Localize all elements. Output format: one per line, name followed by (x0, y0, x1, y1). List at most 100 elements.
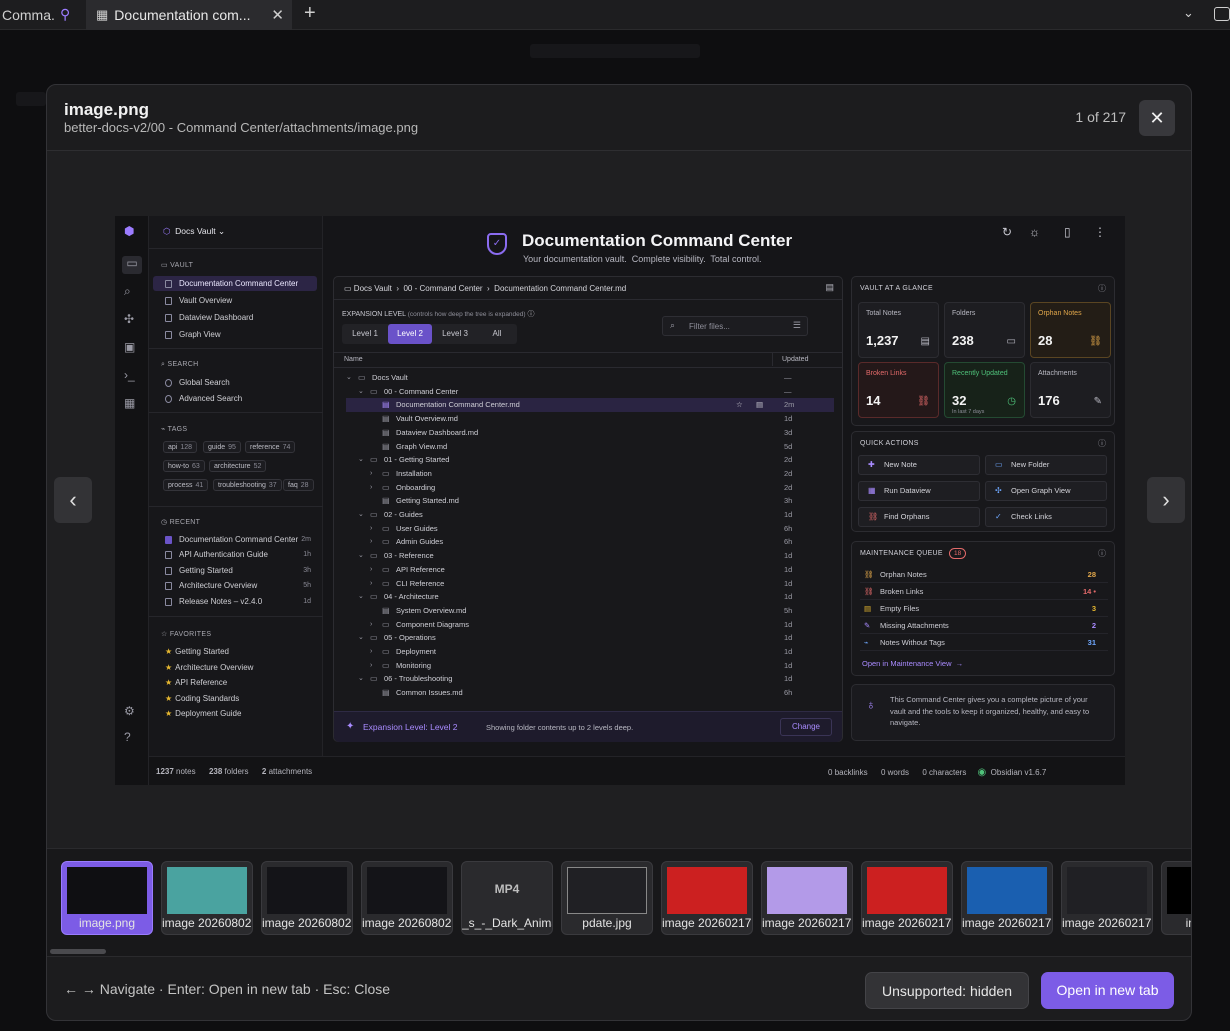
sidebar-item[interactable]: Graph View (153, 327, 317, 342)
next-image-button[interactable]: › (1147, 477, 1185, 523)
filter-input[interactable]: ⌕ Filter files... ☰ (662, 316, 808, 336)
chevron-right-icon[interactable]: › (370, 618, 372, 632)
refresh-icon[interactable]: ↻ (1002, 225, 1012, 239)
chevron-right-icon[interactable]: › (370, 659, 372, 673)
breadcrumb-item[interactable]: 00 - Command Center (403, 284, 482, 293)
recent-item[interactable]: Release Notes – v2.4.0 1d (153, 594, 317, 609)
sidebar-item[interactable]: Dataview Dashboard (153, 310, 317, 325)
chevron-down-icon[interactable]: ⌄ (358, 385, 364, 399)
tag-pill[interactable]: guide 95 (203, 441, 241, 453)
vault-switcher[interactable]: ⬡ Docs Vault ⌄ (163, 226, 225, 237)
tag-pill[interactable]: architecture 52 (209, 460, 267, 472)
recent-item[interactable]: Architecture Overview 5h (153, 578, 317, 593)
stat-card[interactable]: Total Notes 1,237 ▤ (858, 302, 939, 358)
stat-card[interactable]: Attachments 176 ✎ (1030, 362, 1111, 418)
stat-card[interactable]: Orphan Notes 28 ⛓ (1030, 302, 1111, 358)
info-icon[interactable]: ⓘ (1098, 548, 1106, 559)
book-icon[interactable]: ▯ (1064, 225, 1071, 239)
help-icon[interactable]: ? (124, 730, 131, 744)
new-tab-icon[interactable]: + (304, 2, 316, 25)
thumbnail[interactable]: image 20260802170 (261, 861, 353, 935)
thumbnail[interactable]: image 202602171320 (761, 861, 853, 935)
maintenance-item[interactable]: ▤ Empty Files 3 (860, 601, 1108, 617)
close-tab-icon[interactable]: ✕ (271, 6, 284, 24)
quick-action-button[interactable]: ✓ Check Links (985, 507, 1107, 527)
breadcrumb-item[interactable]: Documentation Command Center.md (494, 284, 626, 293)
sidebar-toggle-icon[interactable] (1214, 7, 1230, 21)
chevron-right-icon[interactable]: › (370, 522, 372, 536)
star-icon[interactable]: ☆ (736, 398, 743, 412)
tree-row[interactable]: › ▭ Deployment 1d (334, 645, 842, 659)
favorite-item[interactable]: ★ Getting Started (153, 644, 317, 659)
maintenance-item[interactable]: ⛓ Broken Links 14 • (860, 584, 1108, 600)
tree-row[interactable]: ▤ Dataview Dashboard.md 3d (334, 426, 842, 440)
breadcrumb-item[interactable]: Docs Vault (354, 284, 392, 293)
tree-row[interactable]: › ▭ Installation 2d (334, 467, 842, 481)
tag-pill[interactable]: troubleshooting 37 (213, 479, 282, 491)
tag-pill[interactable]: faq 28 (283, 479, 314, 491)
tree-row[interactable]: ⌄ ▭ 06 - Troubleshooting 1d (334, 672, 842, 686)
chevron-right-icon[interactable]: › (370, 563, 372, 577)
tree-row[interactable]: › ▭ CLI Reference 1d (334, 577, 842, 591)
note-icon[interactable]: ▤ (756, 398, 763, 412)
level-3-button[interactable]: Level 3 (432, 324, 478, 344)
quick-action-button[interactable]: ▭ New Folder (985, 455, 1107, 475)
tab-command[interactable]: Comma... (0, 0, 56, 30)
prev-image-button[interactable]: ‹ (54, 477, 92, 523)
maintenance-item[interactable]: ⛓ Orphan Notes 28 (860, 567, 1108, 583)
chevron-down-icon[interactable]: ⌄ (358, 508, 364, 522)
unsupported-hidden-button[interactable]: Unsupported: hidden (865, 972, 1029, 1009)
thumbnail[interactable]: image 202602171320 (661, 861, 753, 935)
tree-row[interactable]: ▤ Common Issues.md 6h (334, 686, 842, 700)
more-icon[interactable]: ⋮ (1094, 225, 1106, 239)
chevron-down-icon[interactable]: ⌄ (346, 371, 352, 385)
maintenance-view-link[interactable]: Open in Maintenance View → (862, 659, 963, 668)
tree-row[interactable]: › ▭ Monitoring 1d (334, 659, 842, 673)
search-icon[interactable]: ⌕ (124, 284, 131, 299)
theme-icon[interactable]: ☼ (1029, 225, 1040, 239)
recent-item[interactable]: Documentation Command Center 2m (153, 532, 317, 547)
chevron-right-icon[interactable]: › (370, 577, 372, 591)
thumbnail[interactable]: image 20260802170 (161, 861, 253, 935)
thumbnail[interactable]: image 20260802170 (361, 861, 453, 935)
terminal-icon[interactable]: ›_ (124, 368, 135, 382)
favorite-item[interactable]: ★ Architecture Overview (153, 660, 317, 675)
calendar-icon[interactable]: ▣ (124, 340, 135, 354)
thumbnail[interactable]: pdate.jpg (561, 861, 653, 935)
stat-card[interactable]: Folders 238 ▭ (944, 302, 1025, 358)
favorite-item[interactable]: ★ API Reference (153, 675, 317, 690)
tab-documentation[interactable]: ▦ Documentation com... ✕ (86, 0, 292, 30)
maintenance-item[interactable]: ⌁ Notes Without Tags 31 (860, 635, 1108, 651)
tree-row[interactable]: ⌄ ▭ 02 - Guides 1d (334, 508, 842, 522)
files-icon[interactable]: ▭ (122, 256, 142, 274)
tree-row[interactable]: ▤ System Overview.md 5h (334, 604, 842, 618)
tag-pill[interactable]: how-to 63 (163, 460, 205, 472)
tree-row[interactable]: › ▭ Admin Guides 6h (334, 535, 842, 549)
quick-action-button[interactable]: ✣ Open Graph View (985, 481, 1107, 501)
sidebar-item[interactable]: Vault Overview (153, 293, 317, 308)
all-levels-button[interactable]: All (478, 324, 516, 344)
chevron-down-icon[interactable]: ⌄ (358, 631, 364, 645)
tag-pill[interactable]: process 41 (163, 479, 209, 491)
settings-icon[interactable]: ⚙ (124, 704, 135, 718)
tree-row[interactable]: › ▭ User Guides 6h (334, 522, 842, 536)
file-icon[interactable]: ▤ (825, 282, 834, 293)
tree-row[interactable]: ⌄ ▭ 00 - Command Center — (334, 385, 842, 399)
thumbnail[interactable]: image 202602171420 (961, 861, 1053, 935)
recent-item[interactable]: API Authentication Guide 1h (153, 547, 317, 562)
tree-row[interactable]: › ▭ API Reference 1d (334, 563, 842, 577)
change-button[interactable]: Change (780, 718, 832, 736)
quick-action-button[interactable]: ⛓ Find Orphans (858, 507, 980, 527)
stat-card[interactable]: Broken Links 14 ⛓ (858, 362, 939, 418)
favorite-item[interactable]: ★ Coding Standards (153, 691, 317, 706)
favorite-item[interactable]: ★ Deployment Guide (153, 706, 317, 721)
thumbnail[interactable]: image 202602171420 (1061, 861, 1153, 935)
tree-row[interactable]: ▤ Documentation Command Center.md ☆ ▤ 2m (346, 398, 834, 413)
chevron-right-icon[interactable]: › (370, 645, 372, 659)
tag-pill[interactable]: api 128 (163, 441, 198, 453)
chevron-down-icon[interactable]: ⌄ (358, 672, 364, 686)
recent-item[interactable]: Getting Started 3h (153, 563, 317, 578)
graph-icon[interactable]: ✣ (124, 312, 134, 326)
info-icon[interactable]: ⓘ (1098, 283, 1106, 294)
close-button[interactable]: ✕ (1139, 100, 1175, 136)
